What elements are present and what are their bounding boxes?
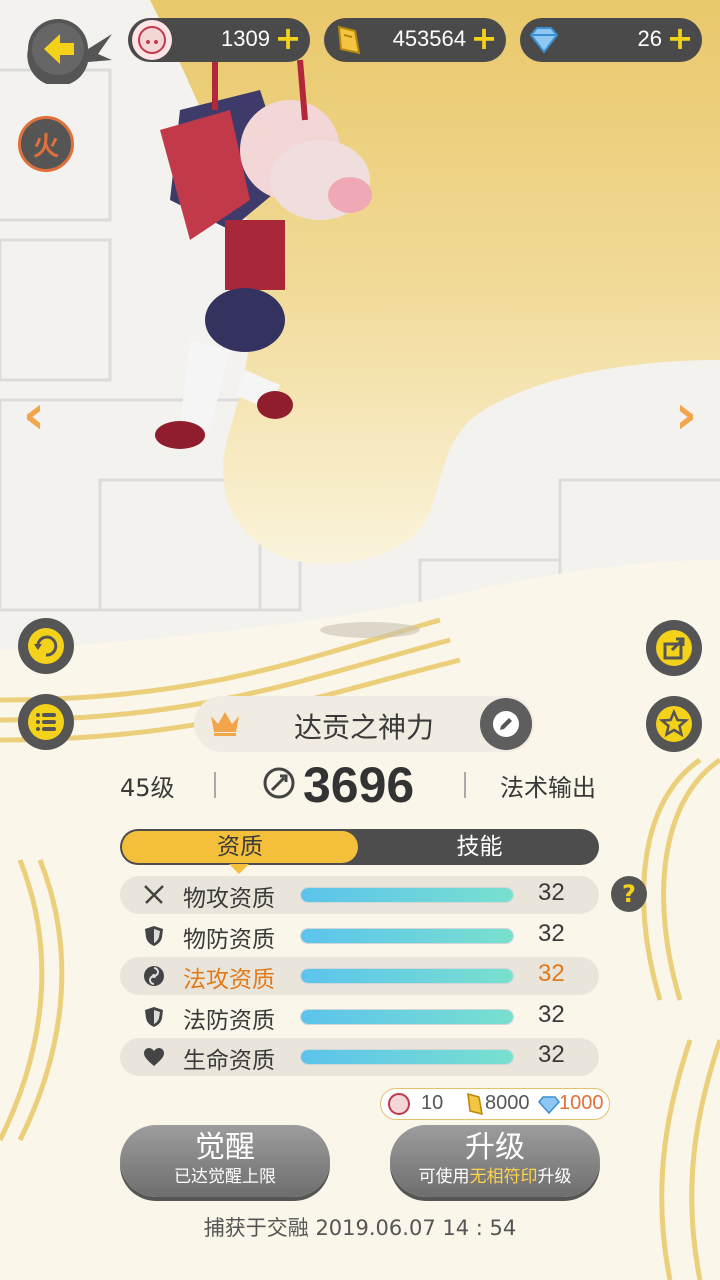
upgrade-sub: 可使用无相符印升级: [390, 1167, 600, 1187]
upgrade-sub-post: 升级: [537, 1167, 572, 1187]
stat-label: 法攻资质: [183, 967, 275, 993]
spirit-avatar-icon: [132, 20, 172, 60]
stat-label: 物防资质: [183, 927, 275, 953]
stat-label: 法防资质: [183, 1008, 275, 1034]
awaken-button[interactable]: 觉醒 已达觉醒上限: [120, 1125, 330, 1197]
background: [0, 0, 720, 1280]
share-icon: [656, 630, 692, 666]
favorite-button[interactable]: [646, 696, 702, 752]
stat-bar: [300, 887, 514, 903]
power-icon: [263, 767, 295, 799]
heart-icon: [144, 1048, 164, 1066]
stat-bar: [300, 1009, 514, 1025]
currency-spirit[interactable]: 1309 +: [128, 18, 310, 62]
gold-ingot-icon: [467, 1092, 483, 1116]
pencil-icon: [493, 711, 519, 737]
stat-bar: [300, 928, 514, 944]
stat-bar-fill: [301, 929, 513, 943]
stat-value: 32: [538, 1041, 565, 1068]
rename-button[interactable]: [480, 698, 532, 750]
stat-label: 物攻资质: [183, 886, 275, 912]
currency-diamond[interactable]: 26 +: [520, 18, 702, 62]
cost-avatar: 10: [421, 1092, 444, 1114]
add-spirit-button[interactable]: +: [274, 22, 302, 54]
stat-value: 32: [538, 1001, 565, 1028]
diamond-icon: [524, 20, 564, 60]
spirit-avatar-icon: [388, 1093, 410, 1115]
swords-icon: [144, 885, 164, 904]
stat-row-phys-attack: 物攻资质 32: [120, 876, 599, 914]
upgrade-button[interactable]: 升级 可使用无相符印升级: [390, 1125, 600, 1197]
cost-diamond: 1000: [559, 1092, 604, 1114]
back-arrow-icon: [27, 19, 112, 87]
fire-icon: 火: [32, 131, 59, 162]
capture-info: 捕获于交融 2019.06.07 14 : 54: [203, 1216, 517, 1240]
spirit-value: 1309: [221, 26, 270, 51]
stat-value: 32: [538, 960, 565, 987]
background-art: [0, 0, 720, 1280]
back-button[interactable]: [18, 14, 114, 87]
add-diamond-button[interactable]: +: [666, 22, 694, 54]
prev-arrow[interactable]: ‹: [14, 385, 54, 445]
stat-value: 32: [538, 920, 565, 947]
stat-bar-fill: [301, 1010, 513, 1024]
stat-row-magic-attack: 法攻资质 32: [120, 957, 599, 995]
tab-skills[interactable]: 技能: [360, 829, 599, 865]
stat-bar-fill: [301, 888, 513, 902]
diamond-value: 26: [637, 26, 662, 51]
stat-bar-fill: [301, 969, 513, 983]
star-icon: [656, 706, 692, 742]
summary-line: 45级 3696 法术输出: [0, 757, 720, 816]
upgrade-sub-item: 无相符印: [469, 1167, 538, 1187]
element-fire-badge[interactable]: 火: [18, 116, 74, 172]
help-button[interactable]: ?: [611, 876, 647, 912]
stat-bar: [300, 1049, 514, 1065]
share-button[interactable]: [646, 620, 702, 676]
stat-bar-fill: [301, 1050, 513, 1064]
add-gold-button[interactable]: +: [470, 22, 498, 54]
shield-icon: [145, 1007, 163, 1027]
combat-power: 3696: [303, 757, 415, 813]
magic-orb-icon: [144, 966, 164, 986]
stat-row-magic-defense: 法防资质 32: [120, 998, 599, 1036]
rotate-icon: [28, 628, 64, 664]
tab-pointer: [229, 864, 249, 874]
diamond-icon: [538, 1096, 560, 1115]
stat-value: 32: [538, 879, 565, 906]
awaken-sub: 已达觉醒上限: [174, 1167, 276, 1187]
stat-label: 生命资质: [183, 1048, 275, 1074]
name-plate: 达贡之神力: [194, 696, 534, 752]
divider: [214, 772, 216, 798]
gold-value: 453564: [392, 26, 466, 51]
list-icon: [28, 704, 64, 740]
tab-bar: 资质 技能: [120, 829, 599, 865]
divider: [464, 772, 466, 798]
awaken-title: 觉醒: [195, 1130, 255, 1165]
tab-aptitude[interactable]: 资质: [122, 831, 358, 863]
next-arrow[interactable]: ›: [666, 385, 706, 445]
currency-gold[interactable]: 453564 +: [324, 18, 506, 62]
role-label: 法术输出: [500, 774, 596, 802]
stat-bar: [300, 968, 514, 984]
gold-ingot-icon: [328, 20, 368, 60]
rotate-button[interactable]: [18, 618, 74, 674]
level-label: 45级: [120, 774, 175, 802]
list-button[interactable]: [18, 694, 74, 750]
upgrade-title: 升级: [465, 1130, 525, 1165]
shield-icon: [145, 926, 163, 946]
stat-row-health: 生命资质 32: [120, 1038, 599, 1076]
stat-row-phys-defense: 物防资质 32: [120, 917, 599, 955]
upgrade-sub-pre: 可使用: [418, 1167, 470, 1187]
cost-gold: 8000: [485, 1092, 530, 1114]
upgrade-cost: 10 8000 1000: [380, 1088, 610, 1120]
